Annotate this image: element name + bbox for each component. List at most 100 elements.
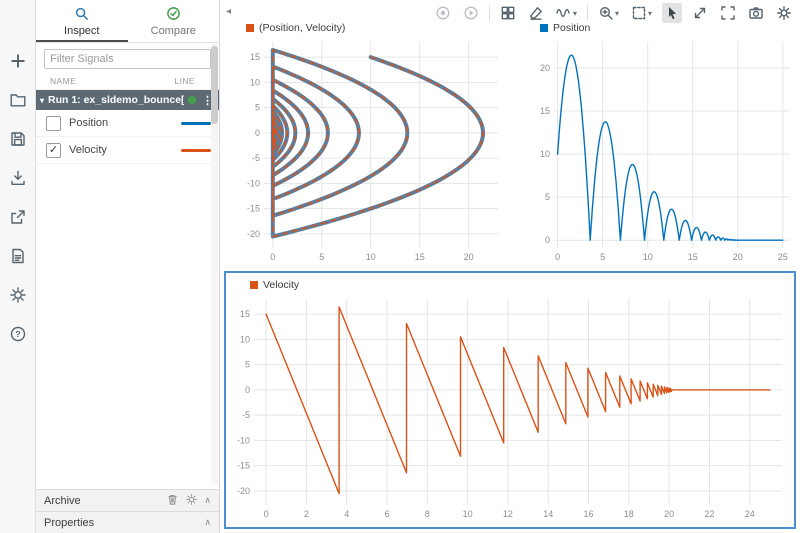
archive-label: Archive [44, 495, 81, 507]
tab-inspect-label: Inspect [64, 25, 99, 37]
svg-text:0: 0 [270, 252, 275, 262]
svg-text:5: 5 [319, 252, 324, 262]
export-button[interactable] [5, 204, 31, 230]
velocity-line-swatch[interactable] [181, 149, 211, 152]
svg-text:8: 8 [425, 509, 430, 519]
archive-trash-icon[interactable] [166, 493, 179, 509]
tab-compare[interactable]: Compare [128, 0, 220, 42]
svg-text:10: 10 [643, 252, 653, 262]
preferences-button[interactable] [5, 282, 31, 308]
svg-text:6: 6 [384, 509, 389, 519]
position-signal-label: Position [69, 117, 108, 129]
add-button[interactable] [5, 48, 31, 74]
toolbar-separator [587, 5, 588, 21]
velocity-legend-label: Velocity [263, 279, 299, 291]
svg-text:5: 5 [600, 252, 605, 262]
svg-text:-15: -15 [237, 461, 250, 471]
archive-settings-icon[interactable] [185, 493, 198, 509]
svg-text:16: 16 [583, 509, 593, 519]
velocity-plot-legend: Velocity [226, 273, 794, 293]
signal-sidebar: Inspect Compare NAME LINE ▾ Run 1: ex_sl… [36, 0, 220, 533]
svg-text:-20: -20 [237, 486, 250, 496]
left-toolbar: ? [0, 0, 36, 533]
inspect-magnifier-icon [74, 6, 89, 24]
velocity-plot-panel[interactable]: Velocity 024681012141618202224-20-15-10-… [224, 271, 796, 529]
signal-row-velocity[interactable]: ✓ Velocity [36, 137, 219, 164]
svg-text:24: 24 [745, 509, 755, 519]
signal-row-position[interactable]: Position [36, 110, 219, 137]
velocity-plot-canvas[interactable]: 024681012141618202224-20-15-10-5051015 [226, 293, 790, 523]
position-legend-label: Position [553, 22, 590, 34]
svg-text:15: 15 [688, 252, 698, 262]
svg-text:-20: -20 [247, 229, 260, 239]
zoom-caret-icon: ▾ [615, 9, 619, 18]
svg-text:15: 15 [540, 106, 550, 116]
report-button[interactable] [5, 243, 31, 269]
svg-text:10: 10 [240, 334, 250, 344]
position-plot-canvas[interactable]: 051015202505101520 [532, 36, 798, 266]
svg-text:15: 15 [240, 309, 250, 319]
save-button[interactable] [5, 126, 31, 152]
velocity-signal-label: Velocity [69, 144, 107, 156]
svg-text:-10: -10 [237, 435, 250, 445]
svg-text:0: 0 [255, 128, 260, 138]
open-button[interactable] [5, 87, 31, 113]
fit-caret-icon: ▾ [648, 9, 652, 18]
svg-text:?: ? [15, 329, 20, 339]
svg-text:10: 10 [250, 77, 260, 87]
svg-text:5: 5 [255, 103, 260, 113]
sidebar-tabs: Inspect Compare [36, 0, 219, 43]
xy-plot-canvas[interactable]: 0 5 10 15 20 -20 -15 -10 -5 0 5 10 15 [238, 36, 506, 266]
svg-text:20: 20 [733, 252, 743, 262]
svg-text:-5: -5 [242, 410, 250, 420]
svg-text:15: 15 [250, 52, 260, 62]
svg-text:0: 0 [545, 235, 550, 245]
svg-text:20: 20 [664, 509, 674, 519]
position-plot-panel[interactable]: Position 051015202505101520 [532, 20, 798, 268]
svg-text:-5: -5 [252, 153, 260, 163]
simulation-data-inspector-window: ? Inspect Compare NAME LINE [0, 0, 800, 533]
sidebar-scrollbar-thumb[interactable] [211, 46, 218, 124]
properties-collapse-icon[interactable]: ∧ [204, 517, 211, 528]
svg-text:20: 20 [540, 63, 550, 73]
svg-text:0: 0 [264, 509, 269, 519]
help-button[interactable]: ? [5, 321, 31, 347]
properties-bar[interactable]: Properties ∧ [36, 511, 219, 533]
svg-text:12: 12 [503, 509, 513, 519]
position-line-swatch[interactable] [181, 122, 211, 125]
svg-text:18: 18 [624, 509, 634, 519]
xy-plot-legend: (Position, Velocity) [238, 20, 506, 36]
signal-style-caret-icon: ▾ [573, 9, 577, 18]
svg-text:10: 10 [463, 509, 473, 519]
svg-text:10: 10 [366, 252, 376, 262]
plot-area: ◂ ▾ ▾ [220, 0, 800, 533]
tab-inspect[interactable]: Inspect [36, 0, 128, 42]
position-plot-legend: Position [532, 20, 798, 36]
svg-text:25: 25 [778, 252, 788, 262]
svg-text:15: 15 [415, 252, 425, 262]
run-collapse-icon[interactable]: ▾ [40, 96, 44, 105]
filter-container [36, 43, 219, 73]
run-label: Run 1: ex_sldemo_bounce[Current] [48, 94, 184, 106]
svg-text:20: 20 [464, 252, 474, 262]
compare-check-icon [166, 6, 181, 24]
velocity-checkbox[interactable]: ✓ [46, 143, 61, 158]
xy-legend-label: (Position, Velocity) [259, 22, 345, 34]
run-row[interactable]: ▾ Run 1: ex_sldemo_bounce[Current] ⋮ [36, 90, 219, 110]
line-column-header: LINE [175, 76, 196, 86]
position-legend-swatch [540, 24, 548, 32]
filter-signals-input[interactable] [44, 49, 211, 69]
xy-plot-panel[interactable]: (Position, Velocity) 0 5 10 15 20 -20 -15 -10 -5… [238, 20, 506, 268]
archive-collapse-icon[interactable]: ∧ [204, 495, 211, 506]
tab-compare-label: Compare [151, 25, 196, 37]
svg-text:4: 4 [344, 509, 349, 519]
import-button[interactable] [5, 165, 31, 191]
xy-legend-swatch [246, 24, 254, 32]
svg-text:0: 0 [555, 252, 560, 262]
svg-text:14: 14 [543, 509, 553, 519]
svg-text:-15: -15 [247, 204, 260, 214]
archive-bar[interactable]: Archive ∧ [36, 489, 219, 511]
properties-label: Properties [44, 517, 94, 529]
position-checkbox[interactable] [46, 116, 61, 131]
svg-text:-10: -10 [247, 178, 260, 188]
